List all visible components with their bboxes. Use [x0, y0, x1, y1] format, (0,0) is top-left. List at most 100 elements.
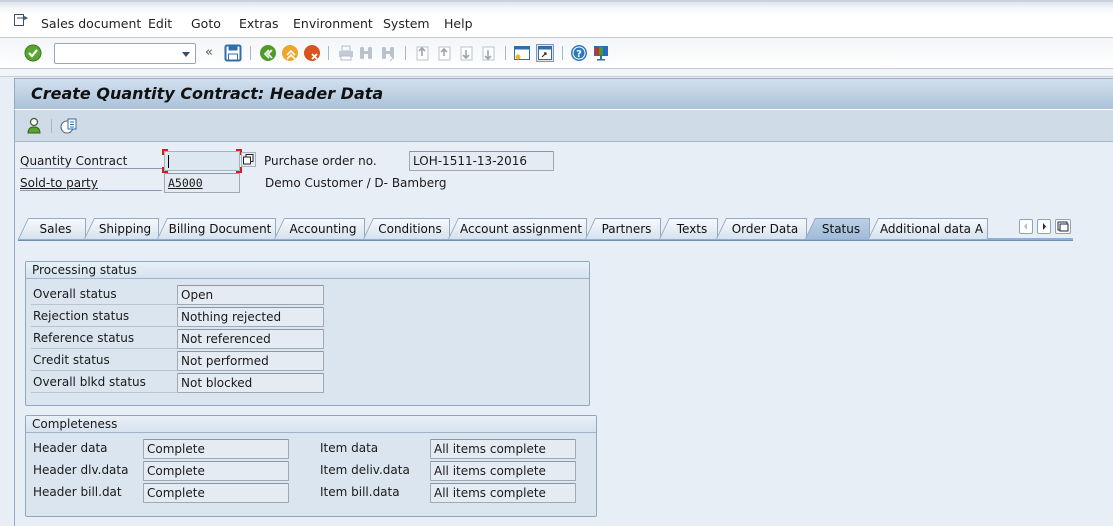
menu-icon[interactable]	[14, 14, 28, 26]
status-label: Credit status	[33, 353, 110, 367]
sold-to-party-field[interactable]: A5000	[164, 173, 240, 193]
quantity-contract-input[interactable]	[164, 151, 240, 171]
caret-left-icon	[1024, 223, 1027, 230]
completeness-label: Header dlv.data	[33, 463, 129, 477]
group-title: Completeness	[26, 416, 596, 433]
purchase-order-label: Purchase order no.	[264, 154, 377, 168]
status-value-field[interactable]: Nothing rejected	[177, 307, 324, 327]
svg-text:?: ?	[576, 49, 582, 60]
toolbar-separator	[328, 46, 329, 60]
tab-conditions[interactable]: Conditions	[363, 218, 450, 239]
toolbar-separator	[505, 46, 506, 60]
menu-environment[interactable]: Environment	[293, 16, 373, 31]
sold-to-party-label[interactable]: Sold-to party	[20, 176, 162, 191]
create-session-icon[interactable]	[513, 44, 531, 62]
standard-toolbar: « ?	[0, 38, 1113, 69]
tab-label: Order Data	[731, 222, 799, 236]
toolbar-divider	[0, 69, 1113, 77]
quantity-contract-label: Quantity Contract	[20, 154, 162, 169]
row-divider	[31, 326, 177, 327]
tab-list-button[interactable]	[1055, 219, 1071, 234]
tab-label: Texts	[676, 222, 708, 236]
customize-layout-icon[interactable]	[592, 44, 610, 62]
tab-label: Accounting	[289, 222, 357, 236]
tab-label: Sales	[39, 222, 72, 236]
save-icon[interactable]	[224, 44, 242, 62]
tab-billing-document[interactable]: Billing Document	[157, 218, 276, 239]
previous-page-icon[interactable]	[435, 44, 453, 62]
menu-system[interactable]: System	[383, 16, 430, 31]
next-page-icon[interactable]	[457, 44, 475, 62]
tab-label: Additional data A	[879, 222, 984, 236]
row-divider	[31, 304, 177, 305]
tab-label: Partners	[601, 222, 652, 236]
last-page-icon[interactable]	[479, 44, 497, 62]
completeness-label: Item bill.data	[320, 485, 400, 499]
tab-label: Shipping	[98, 222, 152, 236]
tab-additional-data-a[interactable]: Additional data A	[868, 218, 988, 239]
copy-icon[interactable]	[241, 152, 256, 167]
exit-icon[interactable]	[281, 44, 299, 62]
completeness-value-field[interactable]: Complete	[143, 483, 289, 503]
tab-account-assignment[interactable]: Account assignment	[448, 218, 587, 239]
tab-sales[interactable]: Sales	[18, 218, 86, 239]
purchase-order-field[interactable]: LOH-1511-13-2016	[409, 151, 554, 171]
completeness-value-field[interactable]: All items complete	[430, 461, 576, 481]
toolbar-separator	[562, 46, 563, 60]
status-value-field[interactable]: Not blocked	[177, 373, 324, 393]
tab-partners[interactable]: Partners	[585, 218, 661, 239]
display-document-flow-icon[interactable]	[60, 117, 78, 135]
tab-scroll-left-button[interactable]	[1019, 219, 1033, 234]
status-value-field[interactable]: Not referenced	[177, 329, 324, 349]
toolbar-separator	[405, 46, 406, 60]
find-icon[interactable]	[357, 44, 375, 62]
collapse-chevron-icon[interactable]: «	[205, 45, 213, 60]
menu-bar: Sales document Edit Goto Extras Environm…	[0, 0, 1113, 38]
find-next-icon[interactable]	[379, 44, 397, 62]
completeness-value-field[interactable]: Complete	[143, 461, 289, 481]
tab-label: Account assignment	[459, 222, 583, 236]
toolbar-separator	[250, 46, 251, 60]
title-bar: Create Quantity Contract: Header Data	[14, 78, 1113, 109]
menu-help[interactable]: Help	[444, 16, 473, 31]
status-label: Overall blkd status	[33, 375, 146, 389]
status-value-field[interactable]: Not performed	[177, 351, 324, 371]
tab-shipping[interactable]: Shipping	[84, 218, 159, 239]
completeness-value-field[interactable]: All items complete	[430, 483, 576, 503]
status-label: Reference status	[33, 331, 135, 345]
tab-texts[interactable]: Texts	[659, 218, 718, 239]
completeness-value-field[interactable]: Complete	[143, 439, 289, 459]
tab-label: Status	[821, 222, 861, 236]
focus-indicator	[162, 149, 168, 155]
back-icon[interactable]	[259, 44, 277, 62]
command-field[interactable]	[54, 43, 196, 64]
status-value-field[interactable]: Open	[177, 285, 324, 305]
business-partner-icon[interactable]	[26, 117, 42, 135]
status-label: Overall status	[33, 287, 117, 301]
completeness-value-field[interactable]: All items complete	[430, 439, 576, 459]
enter-check-icon[interactable]	[24, 44, 42, 62]
tab-order-data[interactable]: Order Data	[716, 218, 807, 239]
chevron-down-icon[interactable]	[182, 52, 190, 57]
tab-accounting[interactable]: Accounting	[274, 218, 365, 239]
menu-sales-document[interactable]: Sales document	[41, 16, 141, 31]
menu-extras[interactable]: Extras	[239, 16, 279, 31]
tab-scroll-right-button[interactable]	[1037, 219, 1051, 234]
tab-label: Conditions	[378, 222, 442, 236]
generate-shortcut-icon[interactable]	[536, 44, 554, 62]
first-page-icon[interactable]	[413, 44, 431, 62]
help-icon[interactable]: ?	[570, 44, 588, 62]
menu-goto[interactable]: Goto	[191, 16, 221, 31]
tab-status[interactable]: Status	[805, 218, 870, 239]
group-title: Processing status	[26, 262, 589, 279]
menu-edit[interactable]: Edit	[148, 16, 172, 31]
tab-label: Billing Document	[168, 222, 272, 236]
status-label: Rejection status	[33, 309, 130, 323]
sold-to-description: Demo Customer / D- Bamberg	[265, 176, 447, 190]
print-icon[interactable]	[337, 44, 355, 62]
cancel-icon[interactable]	[303, 44, 321, 62]
toolbar-separator	[51, 119, 52, 133]
row-divider	[31, 392, 177, 393]
page-title: Create Quantity Contract: Header Data	[31, 84, 384, 103]
completeness-label: Item data	[320, 441, 379, 455]
